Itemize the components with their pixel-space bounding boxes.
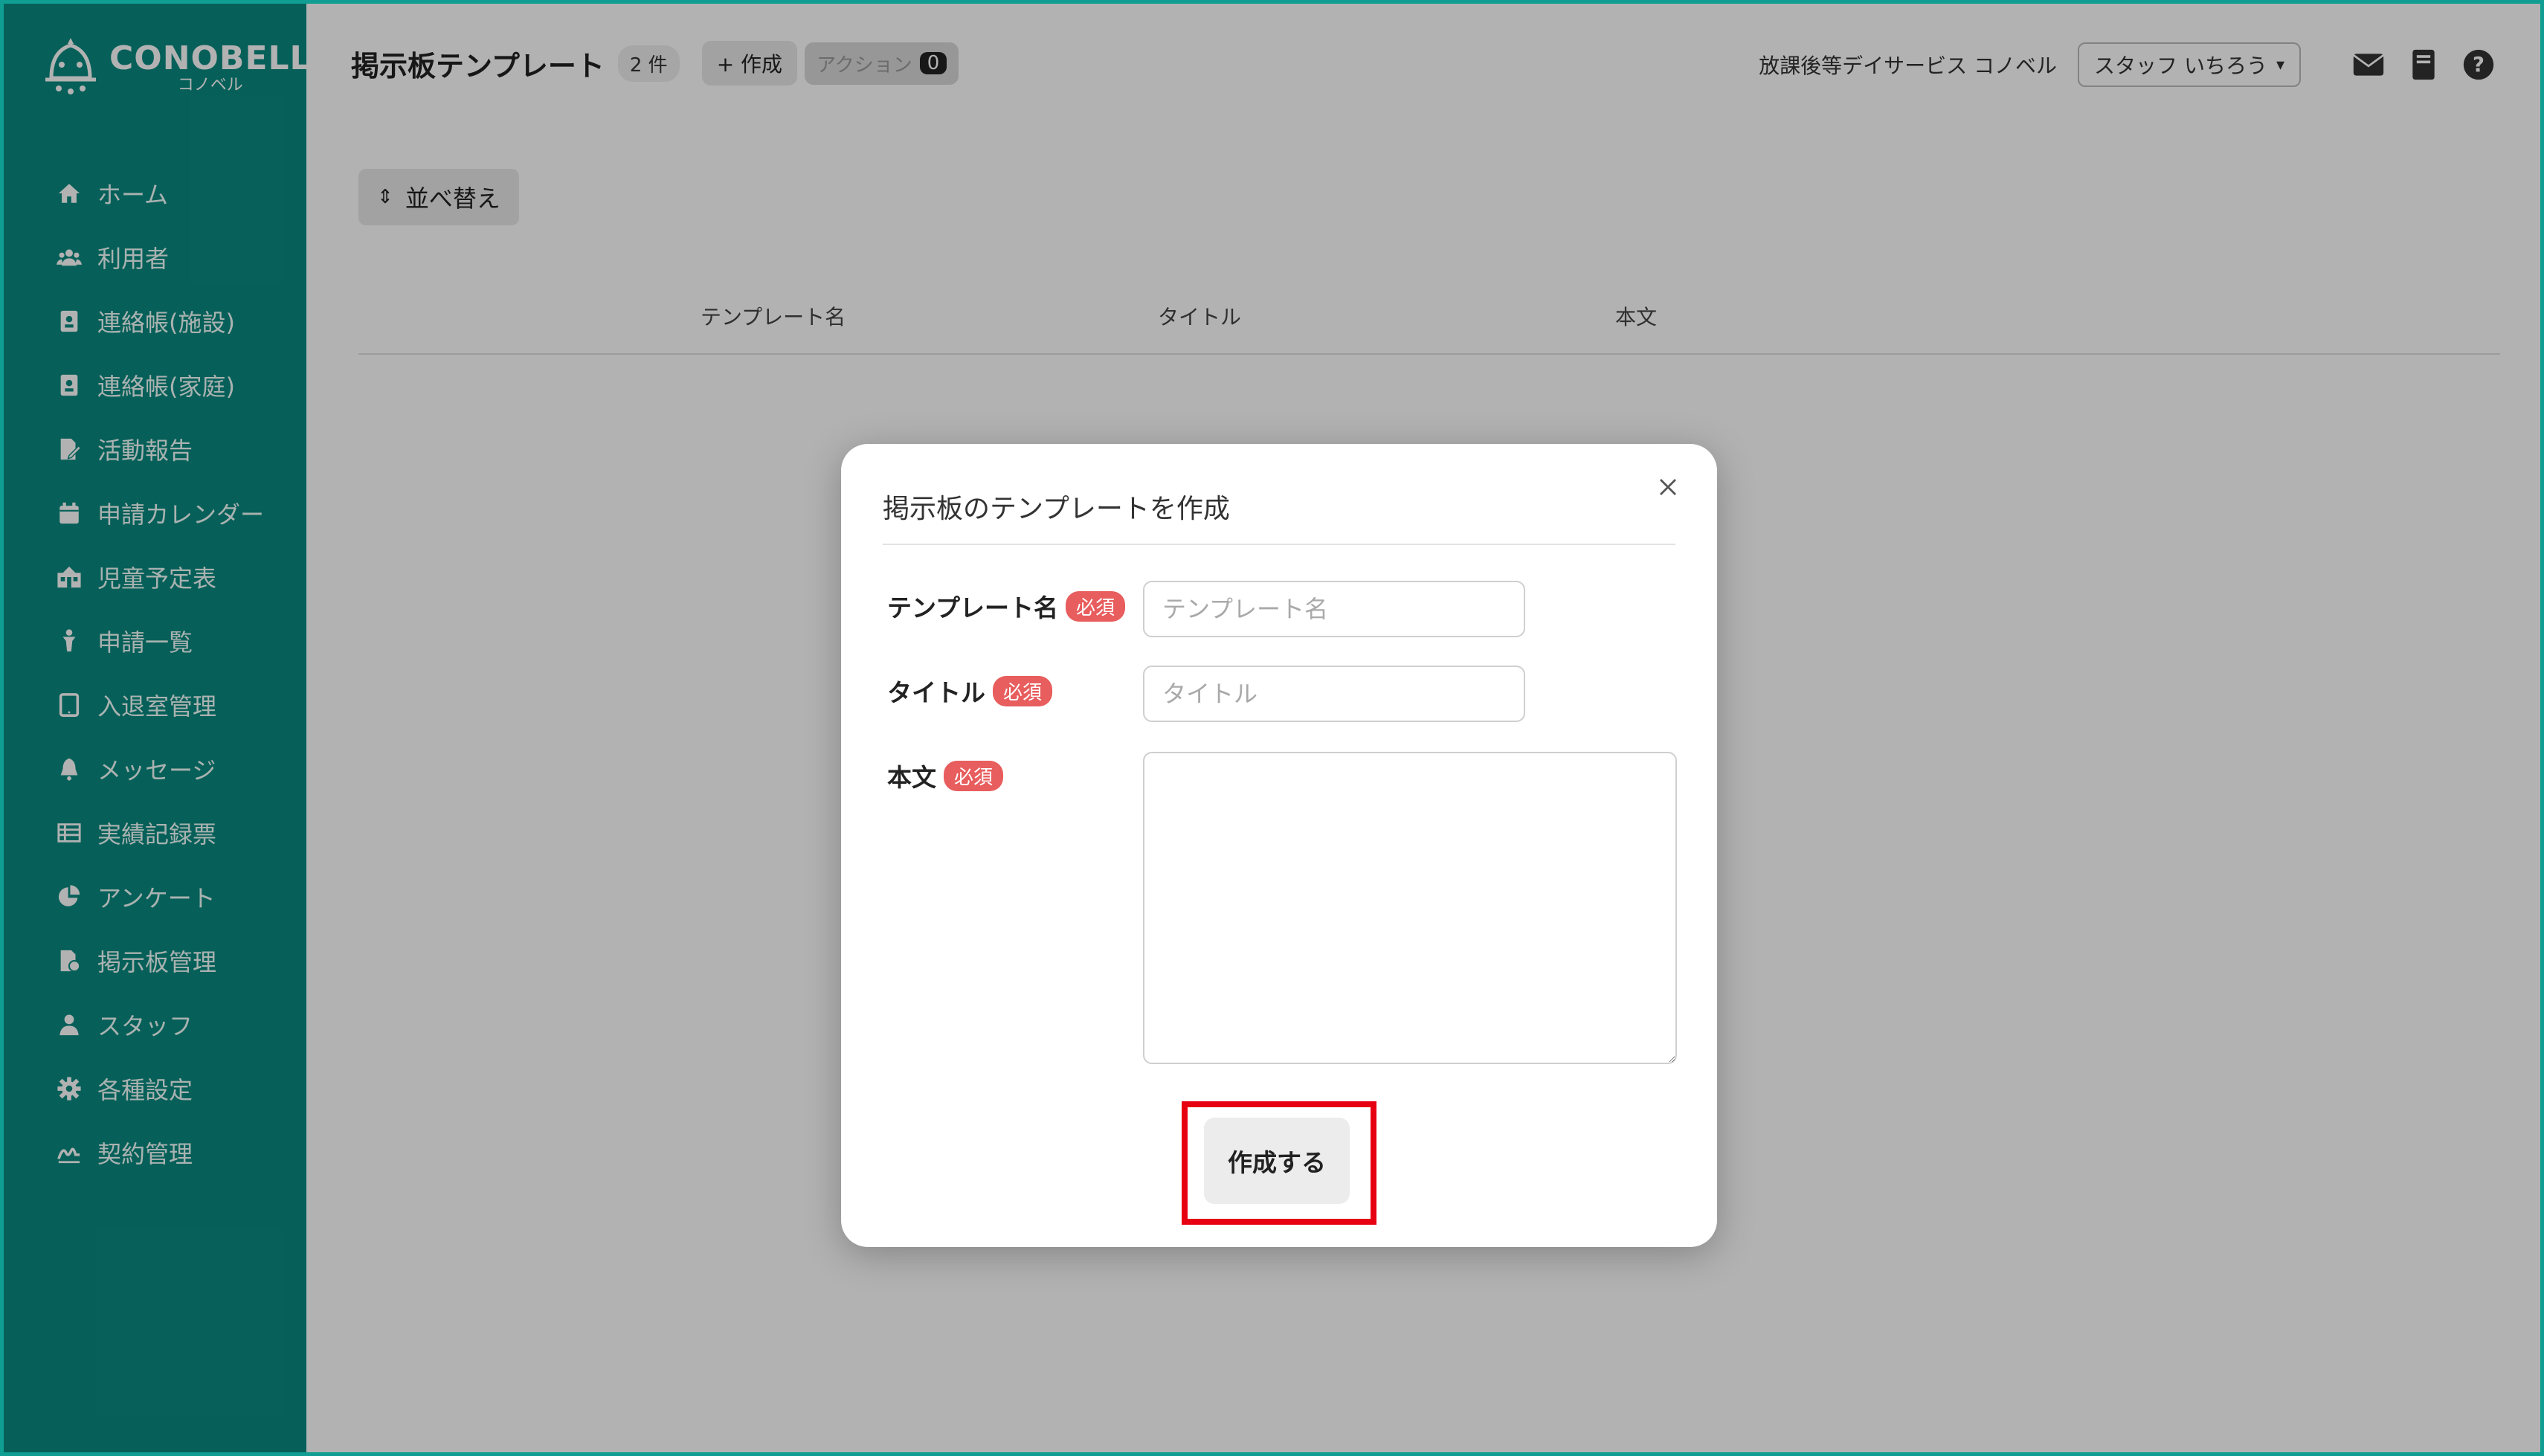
required-badge: 必須 — [993, 675, 1053, 706]
field-label: 本文 — [887, 763, 936, 792]
body-textarea[interactable] — [1143, 752, 1677, 1064]
title-label: タイトル 必須 — [887, 673, 1053, 709]
modal-title: 掲示板のテンプレートを作成 — [883, 494, 1230, 524]
body-label: 本文 必須 — [887, 758, 1004, 793]
required-badge: 必須 — [944, 760, 1004, 791]
divider — [883, 544, 1675, 545]
title-input[interactable] — [1143, 666, 1525, 722]
close-icon[interactable] — [1652, 471, 1684, 503]
required-badge: 必須 — [1066, 590, 1126, 622]
app-window: CONOBELL コノベル ホーム 利用者 連絡帳(施設) 連絡帳(家庭) 活動… — [0, 0, 2544, 1456]
field-label: テンプレート名 — [887, 593, 1059, 622]
submit-create-button[interactable]: 作成する — [1204, 1118, 1350, 1204]
field-label: タイトル — [887, 678, 985, 707]
create-template-modal: 掲示板のテンプレートを作成 テンプレート名 必須 タイトル 必須 本文 必須 作… — [841, 444, 1717, 1247]
template-name-label: テンプレート名 必須 — [887, 588, 1126, 624]
template-name-input[interactable] — [1143, 581, 1525, 637]
